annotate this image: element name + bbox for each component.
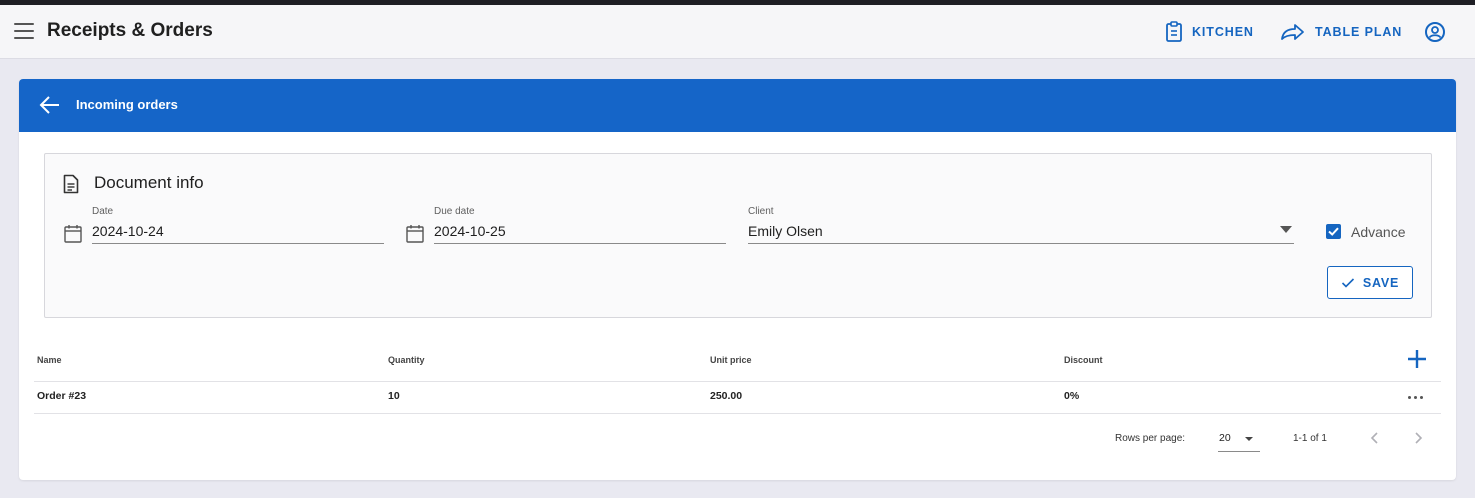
chevron-down-icon[interactable] xyxy=(1280,226,1292,233)
column-header-unit-price[interactable]: Unit price xyxy=(710,355,752,365)
client-label: Client xyxy=(748,206,774,217)
rows-per-page-label: Rows per page: xyxy=(1115,433,1186,444)
share-arrow-icon xyxy=(1281,24,1304,40)
cell-unit-price: 250.00 xyxy=(710,390,743,402)
document-info-title: Document info xyxy=(94,173,204,192)
table-plan-label: TABLE PLAN xyxy=(1315,25,1403,39)
due-date-value: 2024-10-25 xyxy=(434,223,506,239)
table-divider xyxy=(34,413,1441,414)
document-info-panel: Document info Date 2024-10-24 Due date 2… xyxy=(44,153,1432,318)
card-header: Incoming orders xyxy=(19,79,1456,132)
check-icon xyxy=(1328,227,1339,236)
table-divider xyxy=(34,381,1441,382)
date-label: Date xyxy=(92,206,114,217)
plus-icon[interactable] xyxy=(1406,348,1428,375)
due-date-label: Due date xyxy=(434,206,475,217)
advance-label: Advance xyxy=(1351,224,1406,240)
save-label: SAVE xyxy=(1362,275,1400,290)
pagination-range: 1-1 of 1 xyxy=(1293,433,1327,444)
table-plan-button[interactable]: TABLE PLAN xyxy=(1280,20,1402,44)
chevron-right-icon[interactable] xyxy=(1412,431,1424,450)
cell-discount: 0% xyxy=(1064,390,1080,402)
kitchen-label: KITCHEN xyxy=(1192,25,1254,39)
arrow-left-icon[interactable] xyxy=(39,95,61,120)
save-button[interactable]: SAVE xyxy=(1327,266,1413,299)
header-title: Incoming orders xyxy=(76,97,178,112)
cell-quantity: 10 xyxy=(388,390,400,402)
due-date-field[interactable]: Due date 2024-10-25 xyxy=(434,206,726,244)
check-icon xyxy=(1341,277,1354,288)
rows-per-page-value: 20 xyxy=(1219,432,1231,444)
date-field[interactable]: Date 2024-10-24 xyxy=(92,206,384,244)
cell-name: Order #23 xyxy=(37,390,87,402)
client-select[interactable]: Client Emily Olsen xyxy=(748,206,1294,244)
more-horizontal-icon[interactable] xyxy=(1408,396,1423,399)
app-bar: Receipts & Orders KITCHEN TABLE PLAN xyxy=(0,5,1475,59)
rows-per-page-select[interactable]: 20 xyxy=(1218,425,1260,452)
advance-checkbox[interactable] xyxy=(1326,224,1341,239)
client-value: Emily Olsen xyxy=(748,223,823,239)
document-icon xyxy=(63,174,79,199)
orders-card: Incoming orders Document info Date 2024-… xyxy=(19,79,1456,480)
clipboard-icon xyxy=(1166,21,1182,42)
calendar-icon[interactable] xyxy=(406,224,424,248)
kitchen-button[interactable]: KITCHEN xyxy=(1165,20,1254,44)
chevron-left-icon[interactable] xyxy=(1369,431,1381,450)
account-icon[interactable] xyxy=(1424,21,1446,48)
column-header-quantity[interactable]: Quantity xyxy=(388,355,425,365)
calendar-icon[interactable] xyxy=(64,224,82,248)
menu-icon[interactable] xyxy=(14,23,34,39)
chevron-down-icon xyxy=(1245,437,1253,441)
date-value: 2024-10-24 xyxy=(92,223,164,239)
app-title: Receipts & Orders xyxy=(47,20,213,41)
column-header-discount[interactable]: Discount xyxy=(1064,355,1103,365)
column-header-name[interactable]: Name xyxy=(37,355,62,365)
